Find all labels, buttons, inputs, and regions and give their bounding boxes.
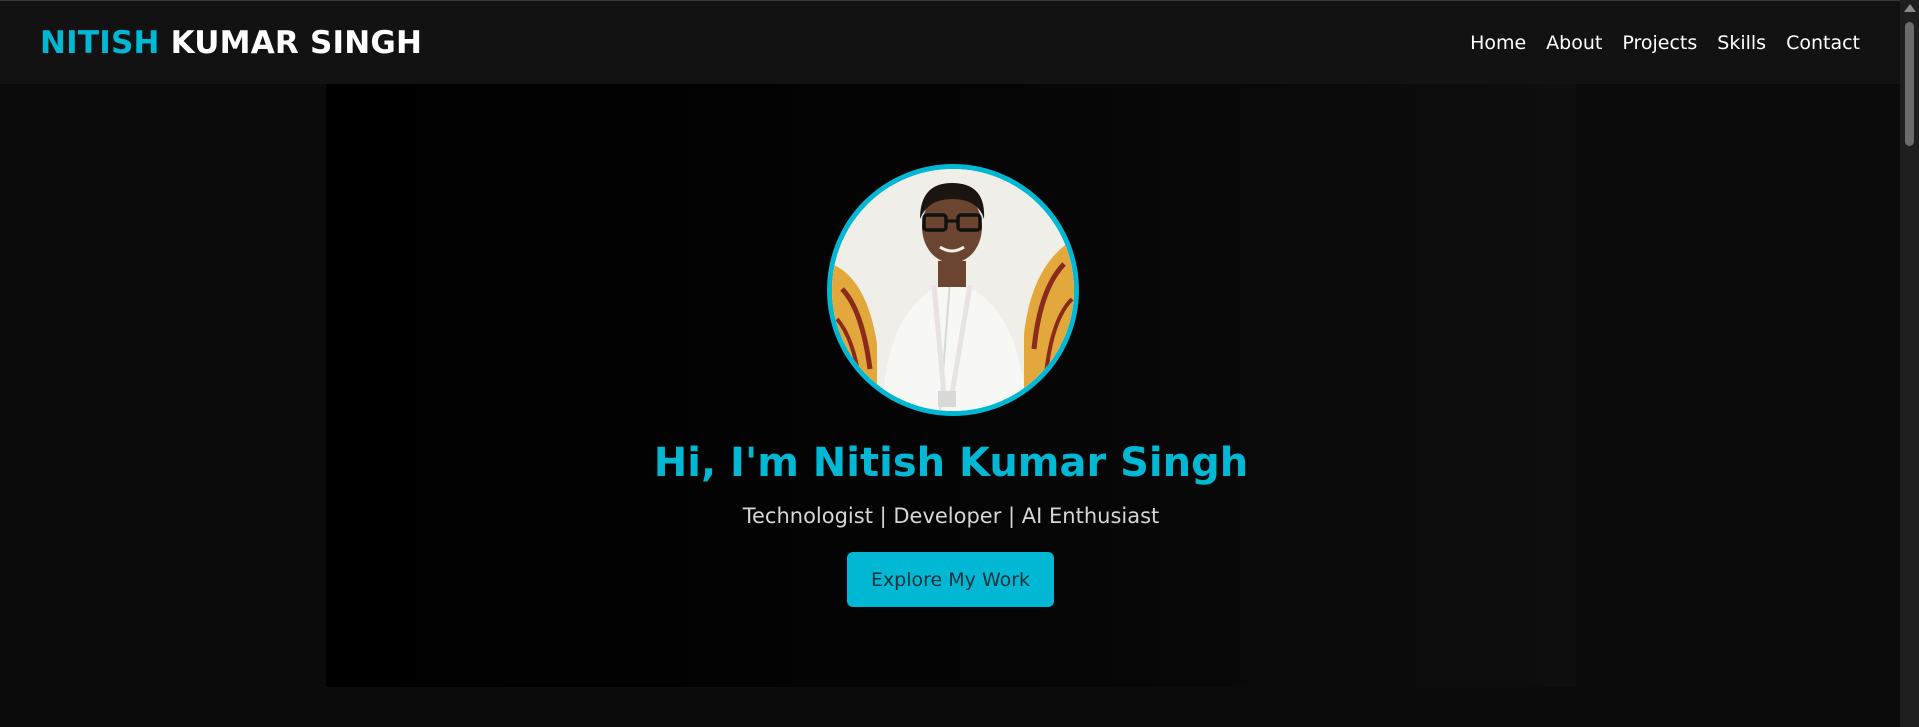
nav-link-about[interactable]: About	[1546, 32, 1602, 54]
hero-title: Hi, I'm Nitish Kumar Singh	[653, 440, 1249, 486]
nav-link-home[interactable]: Home	[1470, 32, 1526, 54]
profile-photo	[827, 164, 1079, 416]
profile-photo-icon	[832, 169, 1074, 411]
nav-link-projects[interactable]: Projects	[1622, 32, 1697, 54]
nav-link-skills[interactable]: Skills	[1717, 32, 1766, 54]
hero-subtitle: Technologist | Developer | AI Enthusiast	[742, 504, 1160, 528]
nav-links: Home About Projects Skills Contact	[1470, 32, 1860, 54]
scrollbar-thumb[interactable]	[1905, 22, 1914, 146]
hero-section: Hi, I'm Nitish Kumar Singh Technologist …	[326, 84, 1576, 687]
scroll-up-arrow-icon[interactable]	[1904, 4, 1916, 12]
explore-my-work-button[interactable]: Explore My Work	[847, 552, 1054, 607]
brand-logo[interactable]: NITISH KUMAR SINGH	[40, 25, 422, 61]
navbar: NITISH KUMAR SINGH Home About Projects S…	[0, 1, 1900, 84]
nav-link-contact[interactable]: Contact	[1786, 32, 1860, 54]
brand-last-name: KUMAR SINGH	[159, 25, 423, 61]
vertical-scrollbar[interactable]	[1900, 0, 1919, 727]
brand-first-name: NITISH	[40, 25, 160, 61]
page: NITISH KUMAR SINGH Home About Projects S…	[0, 0, 1919, 727]
